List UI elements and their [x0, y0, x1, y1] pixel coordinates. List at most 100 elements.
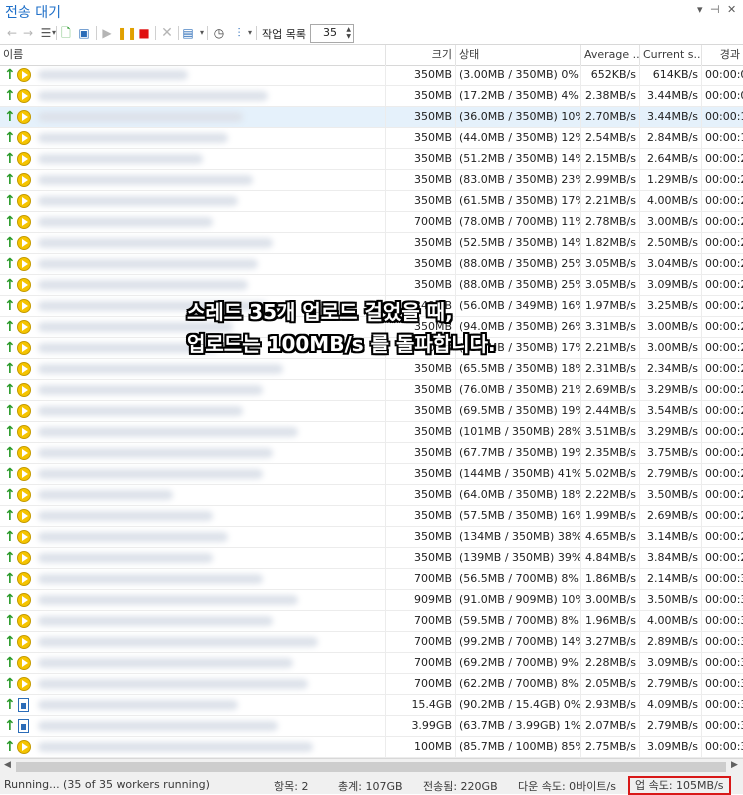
cell-size: 350MB: [386, 149, 456, 169]
cell-size: 350MB: [386, 128, 456, 148]
table-row[interactable]: ↑ 350MB (144MB / 350MB) 41% 5.02MB/s 2.79MB/…: [0, 464, 743, 485]
running-icon: [17, 740, 31, 754]
pin-icon[interactable]: ⊣: [710, 3, 720, 16]
column-header-average-speed[interactable]: Average ...: [581, 45, 640, 65]
cell-status: (90.2MB / 15.4GB) 0%: [456, 695, 581, 715]
cell-current-speed: 2.50MB/s: [640, 233, 702, 253]
forward-arrow-icon[interactable]: →: [20, 25, 36, 41]
cell-size: 700MB: [386, 674, 456, 694]
table-row[interactable]: ↑ 700MB (69.2MB / 700MB) 9% 2.28MB/s 3.09MB/…: [0, 653, 743, 674]
table-row[interactable]: ↑ 350MB (101MB / 350MB) 28% 3.51MB/s 3.29MB/…: [0, 422, 743, 443]
running-icon: [17, 551, 31, 565]
cell-size: 700MB: [386, 611, 456, 631]
table-row[interactable]: ↑ 350MB (44.0MB / 350MB) 12% 2.54MB/s 2.84MB…: [0, 128, 743, 149]
upload-arrow-icon: ↑: [4, 214, 16, 230]
cell-elapsed: 00:00:17: [705, 131, 743, 144]
upload-arrow-icon: ↑: [4, 130, 16, 146]
running-icon: [17, 635, 31, 649]
upload-arrow-icon: ↑: [4, 340, 16, 356]
table-row[interactable]: ↑ 350MB (139MB / 350MB) 39% 4.84MB/s 3.84MB/…: [0, 548, 743, 569]
table-row[interactable]: ↑ 350MB (52.5MB / 350MB) 14% 1.82MB/s 2.50MB…: [0, 233, 743, 254]
cell-current-speed: 3.09MB/s: [640, 737, 702, 757]
column-header-size[interactable]: 크기: [386, 45, 456, 65]
upload-arrow-icon: ↑: [4, 88, 16, 104]
table-row[interactable]: ↑ 700MB (78.0MB / 700MB) 11% 2.78MB/s 3.00MB…: [0, 212, 743, 233]
save-icon[interactable]: ▣: [76, 25, 92, 41]
table-row[interactable]: ↑ 350MB (67.7MB / 350MB) 19% 2.35MB/s 3.75MB…: [0, 443, 743, 464]
table-row[interactable]: ↑ 350MB (3.00MB / 350MB) 0% 652KB/s 614KB/s 0…: [0, 65, 743, 86]
table-row[interactable]: ↑ 350MB (134MB / 350MB) 38% 4.65MB/s 3.14MB/…: [0, 527, 743, 548]
cell-elapsed: 00:00:28: [705, 383, 743, 396]
toolbar-separator: [155, 26, 156, 40]
table-row[interactable]: ↑ 350MB (61.5MB / 350MB) 17% 2.21MB/s 4.00MB…: [0, 191, 743, 212]
table-row[interactable]: ↑ 350MB (57.5MB / 350MB) 16% 1.99MB/s 2.69MB…: [0, 506, 743, 527]
table-row[interactable]: ↑ 350MB (64.0MB / 350MB) 18% 2.22MB/s 3.50MB…: [0, 485, 743, 506]
delete-icon[interactable]: ✕: [159, 25, 175, 41]
queue-count-value[interactable]: 35: [323, 26, 337, 39]
cell-status: (61.5MB / 350MB) 17%: [456, 191, 581, 211]
table-row[interactable]: ↑ 3.99GB (63.7MB / 3.99GB) 1% 2.07MB/s 2.79M…: [0, 716, 743, 737]
cell-status: (3.00MB / 350MB) 0%: [456, 65, 581, 85]
cell-current-speed: 3.75MB/s: [640, 443, 702, 463]
table-row[interactable]: ↑ 350MB (69.5MB / 350MB) 19% 2.44MB/s 3.54MB…: [0, 401, 743, 422]
table-row[interactable]: ↑ 700MB (99.2MB / 700MB) 14% 3.27MB/s 2.89MB…: [0, 632, 743, 653]
column-header-elapsed[interactable]: 경과: [702, 45, 743, 65]
table-row[interactable]: ↑ 909MB (91.0MB / 909MB) 10% 3.00MB/s 3.50MB…: [0, 590, 743, 611]
cell-status: (56.5MB / 700MB) 8%: [456, 569, 581, 589]
queue-count-stepper[interactable]: 35 ▲ ▼: [310, 24, 354, 43]
cell-size: 700MB: [386, 569, 456, 589]
dropdown-icon[interactable]: ▾: [697, 3, 703, 16]
horizontal-scrollbar[interactable]: ◀ ▶: [0, 758, 743, 776]
table-row[interactable]: ↑ 350MB (51.2MB / 350MB) 14% 2.15MB/s 2.64MB…: [0, 149, 743, 170]
add-file-icon[interactable]: 🗋: [58, 25, 74, 41]
table-row[interactable]: ↑ 350MB (88.0MB / 350MB) 25% 3.05MB/s 3.04MB…: [0, 254, 743, 275]
scroll-left-icon[interactable]: ◀: [4, 760, 11, 770]
table-row[interactable]: ↑ 350MB (65.5MB / 350MB) 18% 2.31MB/s 2.34MB…: [0, 359, 743, 380]
redacted-filename: [38, 133, 228, 143]
running-icon: [17, 257, 31, 271]
cell-elapsed: 00:00:28: [705, 215, 743, 228]
cell-current-speed: 3.09MB/s: [640, 275, 702, 295]
table-row[interactable]: ↑ 100MB (85.7MB / 100MB) 85% 2.75MB/s 3.09MB…: [0, 737, 743, 758]
column-header-current-speed[interactable]: Current s...: [640, 45, 702, 65]
redacted-filename: [38, 490, 173, 500]
cell-elapsed: 00:00:28: [705, 467, 743, 480]
chevron-down-icon[interactable]: ▼: [346, 33, 351, 40]
cell-elapsed: 00:00:28: [705, 299, 743, 312]
cell-elapsed: 00:00:31: [705, 740, 743, 753]
upload-arrow-icon: ↑: [4, 487, 16, 503]
cell-name: ↑: [0, 359, 386, 379]
cell-name: ↑: [0, 212, 386, 232]
cell-name: ↑: [0, 506, 386, 526]
play-icon[interactable]: ▶: [99, 25, 115, 41]
table-row[interactable]: ↑ 15.4GB (90.2MB / 15.4GB) 0% 2.93MB/s 4.09M…: [0, 695, 743, 716]
scroll-right-icon[interactable]: ▶: [731, 760, 738, 770]
table-row[interactable]: ↑ 350MB (83.0MB / 350MB) 23% 2.99MB/s 1.29MB…: [0, 170, 743, 191]
chevron-up-icon[interactable]: ▲: [346, 26, 351, 33]
redacted-filename: [38, 238, 273, 248]
back-arrow-icon[interactable]: ←: [4, 25, 20, 41]
scrollbar-thumb[interactable]: [16, 762, 726, 772]
pause-icon[interactable]: ❚❚: [117, 25, 137, 41]
stop-icon[interactable]: ■: [136, 25, 152, 41]
upload-arrow-icon: ↑: [4, 277, 16, 293]
table-row[interactable]: ↑ 350MB (76.0MB / 350MB) 21% 2.69MB/s 3.29MB…: [0, 380, 743, 401]
cell-elapsed: 00:00:30: [705, 635, 743, 648]
table-row[interactable]: ↑ 700MB (62.2MB / 700MB) 8% 2.05MB/s 2.79MB/…: [0, 674, 743, 695]
table-row[interactable]: ↑ 350MB (88.0MB / 350MB) 25% 3.05MB/s 3.09MB…: [0, 275, 743, 296]
column-header-status[interactable]: 상태: [456, 45, 581, 65]
redacted-filename: [38, 679, 308, 689]
status-items: 항목: 2: [274, 780, 309, 793]
table-row[interactable]: ↑ 700MB (56.5MB / 700MB) 8% 1.86MB/s 2.14MB/…: [0, 569, 743, 590]
cell-current-speed: 3.29MB/s: [640, 422, 702, 442]
clock-icon[interactable]: ◷: [211, 25, 227, 41]
cell-size: 350MB: [386, 233, 456, 253]
column-header-name[interactable]: 이름: [0, 45, 386, 65]
table-row[interactable]: ↑ 700MB (59.5MB / 700MB) 8% 1.96MB/s 4.00MB/…: [0, 611, 743, 632]
close-icon[interactable]: ✕: [727, 3, 736, 16]
table-row[interactable]: ↑ 350MB (36.0MB / 350MB) 10% 2.70MB/s 3.44MB…: [0, 107, 743, 128]
cell-elapsed: 00:00:23: [705, 152, 743, 165]
cell-size: 350MB: [386, 506, 456, 526]
table-row[interactable]: ↑ 350MB (17.2MB / 350MB) 4% 2.38MB/s 3.44MB/…: [0, 86, 743, 107]
toolbar: ← → ☰ ▾ 🗋 ▣ ▶ ❚❚ ■ ✕ ▤ ▾ ◷ ⫶ ▾ 작업 목록 35 …: [0, 22, 743, 44]
